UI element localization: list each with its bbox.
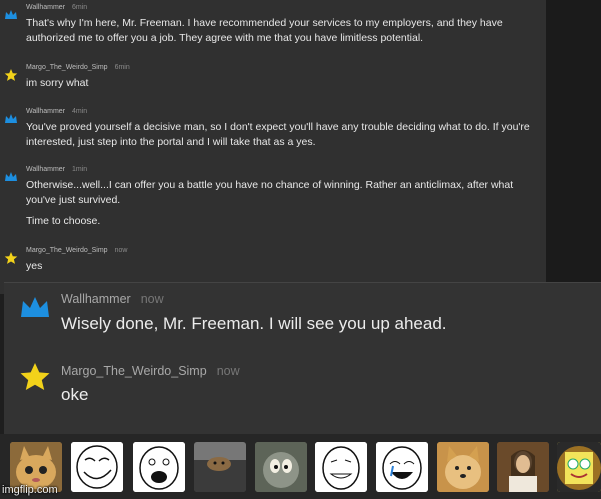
- message-author[interactable]: Margo_The_Weirdo_Simp: [61, 364, 207, 378]
- message-text: yes: [26, 260, 43, 272]
- spongebob-sticker[interactable]: [557, 442, 601, 492]
- chat-message: Wallhammer now Wisely done, Mr. Freeman. …: [4, 283, 601, 343]
- message-text: That's why I'm here, Mr. Freeman. I have…: [26, 17, 503, 44]
- message-time: now: [140, 292, 164, 306]
- message-time: 1min: [72, 166, 88, 173]
- message-time: 6min: [114, 64, 130, 71]
- chat-message: Wallhammer 4min You've proved yourself a …: [0, 108, 546, 152]
- doge-sticker[interactable]: [437, 442, 489, 492]
- message-time: 6min: [72, 4, 88, 11]
- message-text: Otherwise...well...I can offer you a bat…: [26, 179, 514, 206]
- message-text: Wisely done, Mr. Freeman. I will see you…: [61, 314, 447, 333]
- message-author[interactable]: Wallhammer: [61, 292, 131, 306]
- troll-face-sticker[interactable]: [71, 442, 123, 492]
- rage-face-sticker[interactable]: [315, 442, 367, 492]
- message-author[interactable]: Wallhammer: [26, 4, 65, 11]
- star-icon: [4, 252, 18, 264]
- tom-cat-sticker[interactable]: [255, 442, 307, 492]
- side-gutter: [546, 0, 601, 294]
- crown-icon: [5, 172, 17, 181]
- message-author[interactable]: Wallhammer: [26, 108, 65, 115]
- crying-face-sticker[interactable]: [376, 442, 428, 492]
- message-time: now: [114, 247, 128, 254]
- message-time: now: [216, 364, 240, 378]
- message-text: oke: [61, 385, 89, 404]
- message-author[interactable]: Margo_The_Weirdo_Simp: [26, 247, 108, 254]
- chat-message: Margo_The_Weirdo_Simp now oke: [4, 359, 601, 419]
- message-text: You've proved yourself a decisive man, s…: [26, 121, 530, 148]
- crown-icon: [5, 10, 17, 19]
- chat-message: Margo_The_Weirdo_Simp now yes: [0, 247, 546, 277]
- chat-message: Wallhammer 1min Otherwise...well...I can …: [0, 166, 546, 236]
- message-text: Time to choose.: [26, 215, 101, 227]
- lol-face-sticker[interactable]: [133, 442, 185, 492]
- message-author[interactable]: Margo_The_Weirdo_Simp: [26, 64, 108, 71]
- message-text: im sorry what: [26, 77, 89, 89]
- imgflip-watermark: imgflip.com: [2, 484, 58, 496]
- message-author[interactable]: Wallhammer: [26, 166, 65, 173]
- sticker-picker: [0, 434, 601, 499]
- jesus-sticker[interactable]: [497, 442, 549, 492]
- star-icon: [4, 69, 18, 81]
- chat-message: Wallhammer 6min That's why I'm here, Mr. …: [0, 4, 546, 48]
- crown-icon: [21, 297, 49, 317]
- crown-icon: [5, 114, 17, 123]
- star-icon: [20, 363, 50, 390]
- chat-history-panel[interactable]: Wallhammer 6min That's why I'm here, Mr. …: [0, 0, 546, 294]
- chat-message: Margo_The_Weirdo_Simp 6min im sorry what: [0, 64, 546, 94]
- message-time: 4min: [72, 108, 88, 115]
- hamster-sticker[interactable]: [194, 442, 246, 492]
- chat-latest-panel[interactable]: Wallhammer now Wisely done, Mr. Freeman. …: [4, 282, 601, 434]
